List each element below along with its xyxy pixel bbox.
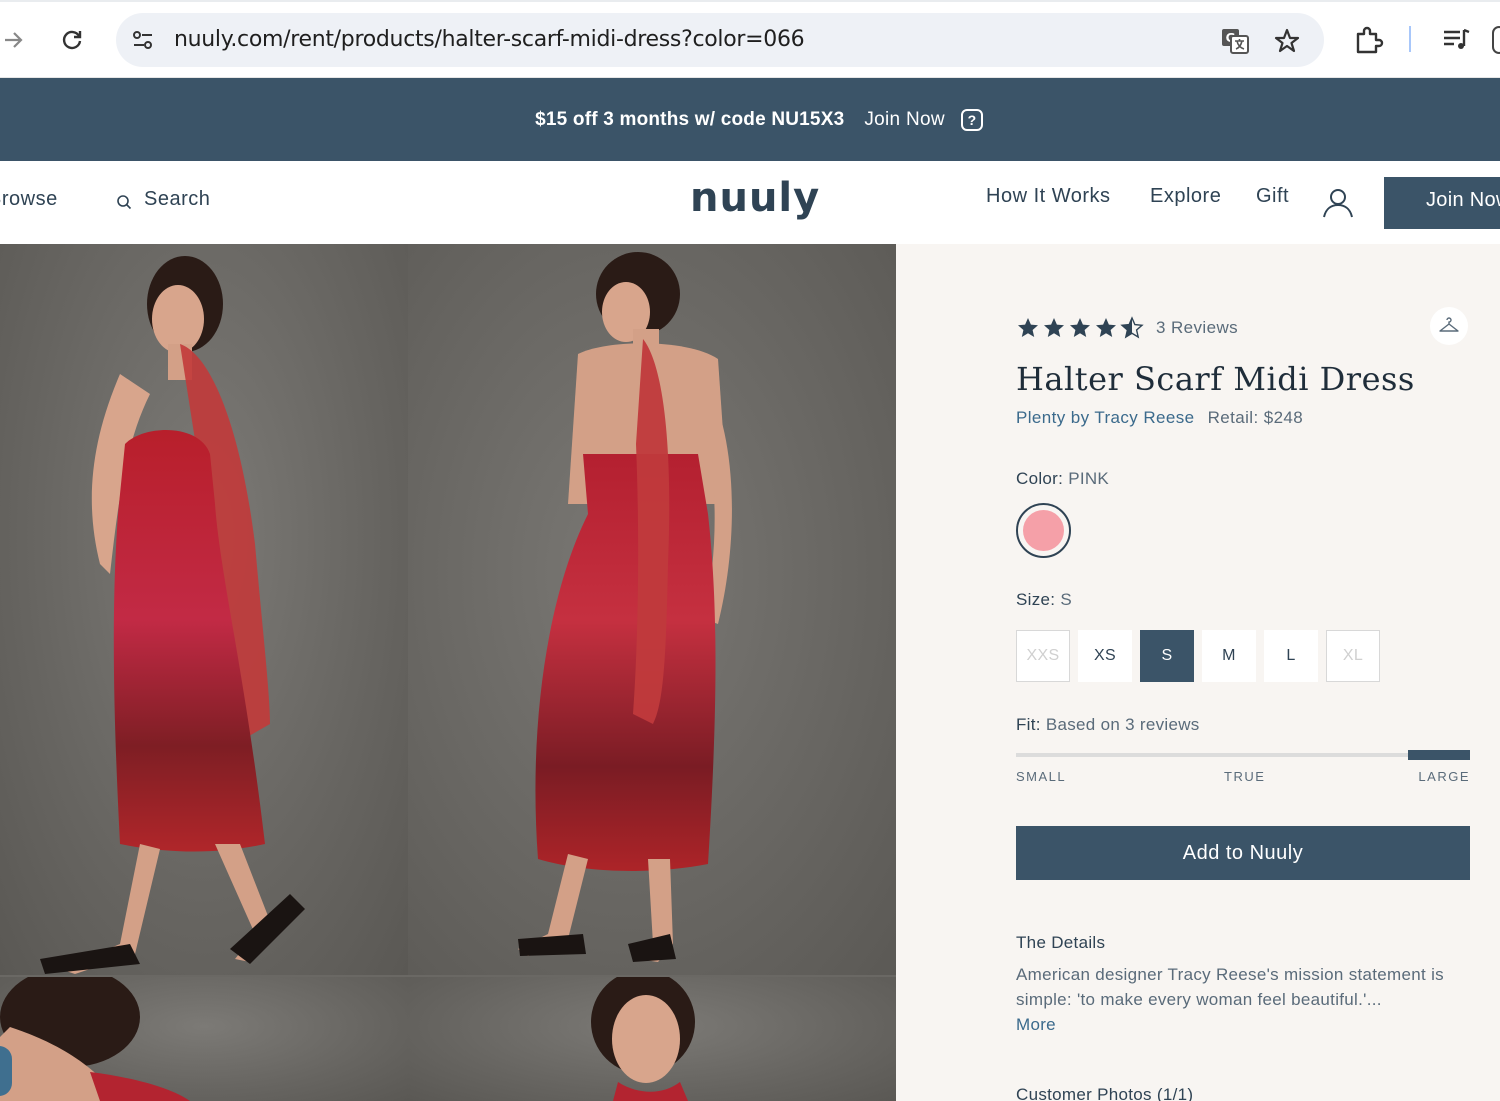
star-icon	[1070, 318, 1090, 337]
star-icon	[1044, 318, 1064, 337]
details-text: American designer Tracy Reese's mission …	[1016, 965, 1444, 1009]
brand-line: Plenty by Tracy Reese Retail: $248	[1016, 408, 1303, 428]
site-header: Browse Search nuuly How It Works Explore…	[0, 161, 1500, 244]
fit-label: Fit: Based on 3 reviews	[1016, 715, 1200, 735]
retail-price: Retail: $248	[1207, 408, 1304, 427]
media-controls-icon[interactable]	[1440, 24, 1472, 56]
size-option-s[interactable]: S	[1140, 630, 1194, 682]
search-label: Search	[144, 188, 211, 210]
fit-scale-bar	[1016, 750, 1470, 760]
color-swatch-pink[interactable]	[1016, 503, 1071, 558]
reload-icon[interactable]	[54, 22, 90, 58]
tab-strip-edge	[0, 0, 1500, 2]
swatch-fill	[1023, 510, 1064, 551]
size-option-l[interactable]: L	[1264, 630, 1318, 682]
product-photo-detail-1[interactable]	[0, 977, 408, 1101]
details-heading: The Details	[1016, 933, 1106, 952]
star-icon	[1096, 318, 1116, 337]
bookmark-star-icon[interactable]	[1272, 26, 1302, 56]
fit-large-label: LARGE	[1418, 769, 1470, 784]
hanger-icon[interactable]	[1430, 307, 1468, 345]
browse-link[interactable]: Browse	[0, 188, 58, 211]
size-selector: XXS XS S M L XL	[1016, 630, 1388, 682]
size-value: S	[1060, 590, 1072, 609]
half-star-icon	[1120, 316, 1144, 339]
size-label-text: Size:	[1016, 590, 1056, 609]
help-icon[interactable]: ?	[960, 108, 983, 131]
product-info-panel: 3 Reviews Halter Scarf Midi Dress Plenty…	[896, 244, 1500, 1101]
size-option-xs[interactable]: XS	[1078, 630, 1132, 682]
customer-photos-heading: Customer Photos (1/1)	[1016, 1085, 1194, 1101]
translate-icon[interactable]: G	[1220, 26, 1250, 56]
color-value: PINK	[1068, 469, 1110, 488]
rating[interactable]: 3 Reviews	[1016, 316, 1238, 340]
color-label: Color: PINK	[1016, 469, 1109, 489]
size-option-xxs[interactable]: XXS	[1016, 630, 1070, 682]
toolbar-separator	[1409, 26, 1411, 52]
color-label-text: Color:	[1016, 469, 1064, 488]
chat-widget-button[interactable]	[0, 1046, 12, 1096]
fit-value: Based on 3 reviews	[1045, 715, 1200, 734]
product-photo-back[interactable]	[408, 244, 896, 975]
reviews-count[interactable]: 3 Reviews	[1156, 318, 1238, 338]
nuuly-logo[interactable]: nuuly	[690, 175, 820, 221]
promo-join-link[interactable]: Join Now	[864, 109, 945, 131]
size-option-xl[interactable]: XL	[1326, 630, 1380, 682]
size-label: Size: S	[1016, 590, 1072, 610]
search-link[interactable]: Search	[116, 188, 210, 211]
fit-true-label: TRUE	[1224, 769, 1266, 784]
product-title: Halter Scarf Midi Dress	[1016, 360, 1415, 398]
profile-icon[interactable]	[1492, 26, 1500, 54]
details-more-link[interactable]: More	[1016, 1015, 1056, 1035]
address-bar[interactable]: nuuly.com/rent/products/halter-scarf-mid…	[116, 13, 1324, 67]
site-settings-icon[interactable]	[130, 27, 156, 53]
nav-explore[interactable]: Explore	[1150, 185, 1221, 208]
brand-link[interactable]: Plenty by Tracy Reese	[1016, 408, 1194, 427]
search-icon	[117, 194, 132, 209]
nav-gift[interactable]: Gift	[1256, 185, 1289, 208]
size-option-m[interactable]: M	[1202, 630, 1256, 682]
promo-banner: $15 off 3 months w/ code NU15X3 Join Now…	[0, 78, 1500, 161]
fit-small-label: SMALL	[1016, 769, 1067, 784]
fit-label-text: Fit:	[1016, 715, 1041, 734]
star-icon	[1018, 318, 1038, 337]
product-photo-side[interactable]	[0, 244, 408, 975]
product-gallery	[0, 244, 896, 1101]
account-icon[interactable]	[1320, 185, 1356, 221]
nav-how-it-works[interactable]: How It Works	[986, 185, 1111, 208]
join-now-button[interactable]: Join Now	[1384, 177, 1500, 229]
promo-code-text: $15 off 3 months w/ code NU15X3	[535, 108, 845, 130]
add-to-nuuly-button[interactable]: Add to Nuuly	[1016, 826, 1470, 880]
forward-icon[interactable]	[0, 22, 32, 58]
browser-toolbar: nuuly.com/rent/products/halter-scarf-mid…	[0, 0, 1500, 78]
product-photo-detail-2[interactable]	[408, 977, 896, 1101]
fit-indicator	[1408, 750, 1470, 760]
extensions-icon[interactable]	[1352, 24, 1384, 56]
url-text[interactable]: nuuly.com/rent/products/halter-scarf-mid…	[174, 27, 805, 52]
